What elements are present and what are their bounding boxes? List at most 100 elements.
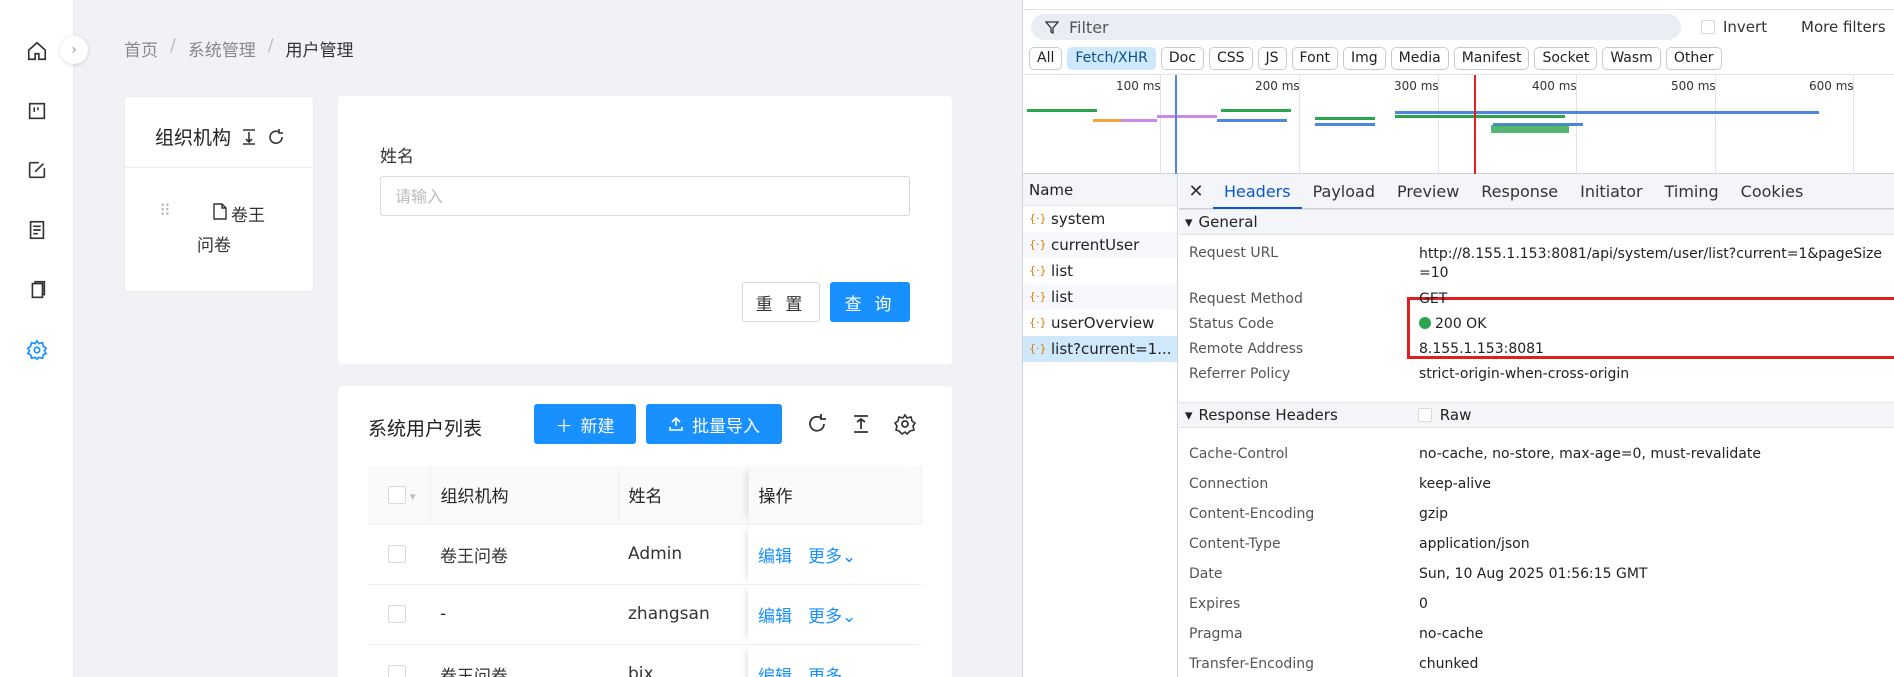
more-link[interactable]: 更多⌄ [808, 547, 856, 567]
new-button[interactable]: ＋ 新建 [534, 404, 636, 444]
chip-other[interactable]: Other [1665, 47, 1722, 70]
request-row[interactable]: {·} system [1023, 206, 1177, 232]
sidebar-collapse-toggle[interactable]: › [60, 36, 88, 64]
bulk-import-button[interactable]: 批量导入 [646, 404, 782, 444]
status-ok-icon [1419, 317, 1431, 329]
request-row[interactable]: {·} list [1023, 258, 1177, 284]
header-value: Sun, 10 Aug 2025 01:56:15 GMT [1419, 566, 1648, 582]
tab-payload[interactable]: Payload [1302, 174, 1386, 209]
header-key: Request URL [1189, 245, 1279, 261]
copy-icon[interactable] [24, 277, 50, 303]
plus-icon: ＋ [555, 416, 573, 436]
row-checkbox[interactable] [388, 605, 406, 623]
board-icon[interactable] [24, 98, 50, 124]
header-key: Remote Address [1189, 341, 1304, 357]
table-row: 卷王问卷 bix 编辑 更多⌄ [368, 644, 922, 677]
timeline-tick-label: 500 ms [1671, 79, 1716, 93]
chip-css[interactable]: CSS [1208, 47, 1253, 70]
response-headers-section-header[interactable]: ▾ Response Headers Raw [1179, 402, 1894, 428]
edit-icon[interactable] [24, 157, 50, 183]
edit-link[interactable]: 编辑 [758, 607, 792, 627]
filter-input[interactable]: Filter [1031, 14, 1681, 40]
raw-label: Raw [1439, 406, 1472, 424]
invert-label: Invert [1723, 18, 1768, 36]
collapse-all-icon[interactable] [241, 128, 257, 146]
tab-preview[interactable]: Preview [1386, 174, 1470, 209]
request-row[interactable]: {·} currentUser [1023, 232, 1177, 258]
density-icon[interactable] [850, 413, 872, 435]
header-key: Content-Type [1189, 536, 1281, 552]
org-tree-title: 组织机构 [155, 123, 285, 150]
response-headers-title: Response Headers [1198, 406, 1338, 424]
breadcrumb-system[interactable]: 系统管理 [188, 36, 256, 61]
timeline-bar [1395, 111, 1819, 114]
drag-handle-icon[interactable]: ⠿ [159, 201, 171, 220]
raw-checkbox[interactable] [1417, 408, 1432, 422]
timeline-bar [1315, 123, 1375, 126]
edit-link[interactable]: 编辑 [758, 547, 792, 567]
header-value: 0 [1419, 596, 1428, 612]
side-nav [0, 0, 74, 677]
tab-initiator[interactable]: Initiator [1569, 174, 1653, 209]
dom-content-loaded-line [1175, 75, 1177, 175]
close-icon[interactable]: ✕ [1179, 181, 1213, 202]
chip-manifest[interactable]: Manifest [1453, 47, 1530, 70]
filter-icon [1045, 21, 1059, 34]
tab-cookies[interactable]: Cookies [1730, 174, 1815, 209]
request-row[interactable]: {·} userOverview [1023, 310, 1177, 336]
timeline-bar [1315, 117, 1375, 120]
timeline-tick-label: 200 ms [1255, 79, 1300, 93]
tab-response[interactable]: Response [1470, 174, 1569, 209]
settings-icon[interactable] [24, 337, 50, 363]
query-button[interactable]: 查 询 [830, 282, 910, 322]
org-tree-card: 组织机构 ⠿ 卷王问卷 [124, 96, 314, 292]
select-all-checkbox[interactable] [388, 485, 406, 504]
response-headers-list: Cache-Control no-cache, no-store, max-age… [1179, 430, 1894, 677]
cell-name: bix [618, 644, 748, 677]
invert-checkbox[interactable] [1701, 20, 1715, 34]
timeline-bar [1121, 119, 1157, 122]
invert-toggle[interactable]: Invert [1701, 18, 1767, 36]
general-title: General [1198, 213, 1258, 231]
xhr-icon: {·} [1029, 264, 1047, 277]
reload-icon[interactable] [806, 413, 828, 435]
chip-js[interactable]: JS [1257, 47, 1287, 70]
refresh-icon[interactable] [267, 128, 285, 146]
network-timeline[interactable]: 100 ms 200 ms 300 ms 400 ms 500 ms 600 m… [1023, 74, 1894, 175]
org-title-text: 组织机构 [155, 127, 232, 149]
chip-doc[interactable]: Doc [1160, 47, 1204, 70]
select-all-header[interactable]: ▾ [368, 466, 431, 525]
raw-toggle[interactable]: Raw [1417, 402, 1472, 428]
chip-socket[interactable]: Socket [1534, 47, 1598, 70]
status-value: 200 OK [1419, 316, 1889, 332]
chip-img[interactable]: Img [1343, 47, 1386, 70]
name-column-header[interactable]: Name [1023, 174, 1177, 206]
bulk-import-label: 批量导入 [692, 416, 760, 436]
breadcrumb-home[interactable]: 首页 [124, 36, 158, 61]
general-section-header[interactable]: ▾ General [1179, 209, 1894, 235]
more-link[interactable]: 更多⌄ [808, 607, 856, 627]
chip-all[interactable]: All [1029, 47, 1063, 70]
document-icon[interactable] [24, 217, 50, 243]
reset-button[interactable]: 重 置 [742, 282, 820, 322]
chip-media[interactable]: Media [1390, 47, 1449, 70]
tab-timing[interactable]: Timing [1654, 174, 1730, 209]
tab-headers[interactable]: Headers [1213, 174, 1302, 209]
chip-fetch-xhr[interactable]: Fetch/XHR [1067, 47, 1156, 70]
column-settings-icon[interactable] [893, 413, 917, 436]
row-checkbox[interactable] [388, 665, 406, 677]
more-link[interactable]: 更多⌄ [808, 667, 856, 677]
row-checkbox[interactable] [388, 545, 406, 563]
edit-link[interactable]: 编辑 [758, 667, 792, 677]
more-filters-button[interactable]: More filters [1801, 18, 1886, 36]
name-input[interactable] [380, 176, 910, 216]
triangle-down-icon: ▾ [1185, 213, 1193, 231]
new-button-label: 新建 [580, 416, 615, 436]
home-icon[interactable] [24, 38, 50, 64]
request-row[interactable]: {·} list [1023, 284, 1177, 310]
chip-font[interactable]: Font [1291, 47, 1338, 70]
chevron-down-icon[interactable]: ▾ [410, 490, 416, 503]
chip-wasm[interactable]: Wasm [1602, 47, 1661, 70]
breadcrumb-separator: / [267, 36, 274, 56]
request-row-selected[interactable]: {·} list?current=1... [1023, 336, 1177, 362]
